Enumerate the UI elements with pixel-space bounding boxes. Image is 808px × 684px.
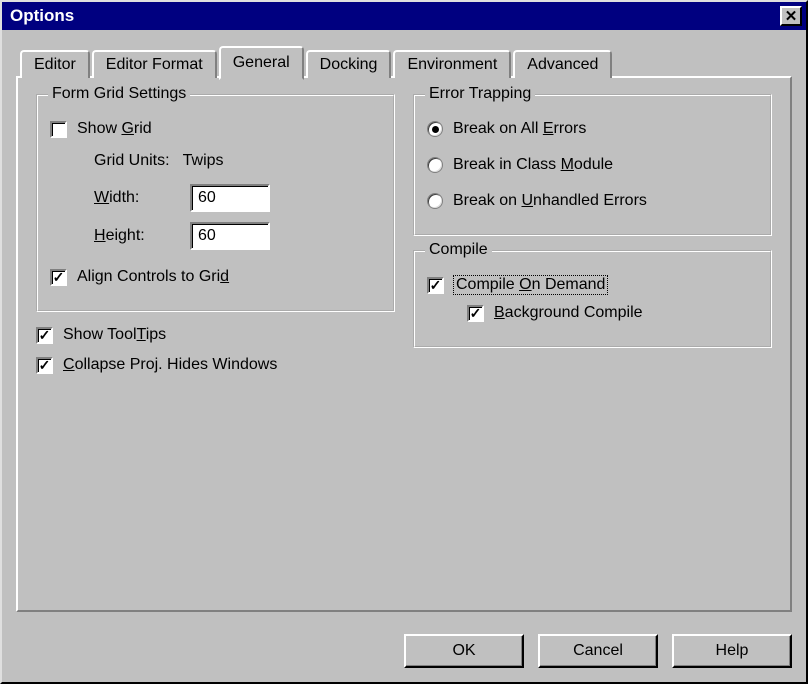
group-form-grid: Form Grid Settings Show Grid Grid Units:… bbox=[36, 94, 395, 312]
height-label: Height: bbox=[94, 227, 190, 245]
tooltips-label: Show ToolTips bbox=[63, 326, 166, 344]
break-all-row[interactable]: Break on All Errors bbox=[427, 120, 758, 138]
tab-general[interactable]: General bbox=[219, 46, 304, 80]
height-input[interactable] bbox=[190, 222, 270, 250]
grid-units-label: Grid Units: bbox=[94, 152, 170, 169]
collapse-row[interactable]: ✓ Collapse Proj. Hides Windows bbox=[36, 356, 395, 374]
window-title: Options bbox=[10, 6, 74, 26]
left-column: Form Grid Settings Show Grid Grid Units:… bbox=[36, 94, 395, 386]
align-label: Align Controls to Grid bbox=[77, 268, 229, 286]
collapse-checkbox[interactable]: ✓ bbox=[36, 357, 53, 374]
close-icon: ✕ bbox=[785, 9, 798, 24]
right-column: Error Trapping Break on All Errors Break… bbox=[413, 94, 772, 386]
break-all-radio[interactable] bbox=[427, 121, 443, 137]
button-bar: OK Cancel Help bbox=[2, 622, 806, 682]
show-grid-label: Show Grid bbox=[77, 120, 152, 138]
width-row: Width: bbox=[94, 184, 381, 212]
group-error-trapping-title: Error Trapping bbox=[425, 85, 535, 103]
tooltips-row[interactable]: ✓ Show ToolTips bbox=[36, 326, 395, 344]
compile-on-demand-label: Compile On Demand bbox=[454, 276, 607, 294]
width-label: Width: bbox=[94, 189, 190, 207]
close-button[interactable]: ✕ bbox=[780, 6, 802, 26]
standalone-checks: ✓ Show ToolTips ✓ Collapse Proj. Hides W… bbox=[36, 326, 395, 374]
compile-on-demand-row[interactable]: ✓ Compile On Demand bbox=[427, 276, 758, 294]
compile-on-demand-checkbox[interactable]: ✓ bbox=[427, 277, 444, 294]
break-unhandled-radio[interactable] bbox=[427, 193, 443, 209]
help-button[interactable]: Help bbox=[672, 634, 792, 668]
break-unhandled-label: Break on Unhandled Errors bbox=[453, 192, 647, 210]
height-row: Height: bbox=[94, 222, 381, 250]
align-row[interactable]: ✓ Align Controls to Grid bbox=[50, 268, 381, 286]
tab-docking[interactable]: Docking bbox=[306, 50, 392, 78]
align-checkbox[interactable]: ✓ bbox=[50, 269, 67, 286]
grid-units-value: Twips bbox=[183, 152, 224, 169]
group-compile: Compile ✓ Compile On Demand ✓ Background… bbox=[413, 250, 772, 348]
client-area: Editor Editor Format General Docking Env… bbox=[2, 30, 806, 622]
tab-advanced[interactable]: Advanced bbox=[513, 50, 612, 78]
background-compile-label: Background Compile bbox=[494, 304, 643, 322]
break-unhandled-row[interactable]: Break on Unhandled Errors bbox=[427, 192, 758, 210]
grid-units-row: Grid Units: Twips bbox=[94, 152, 381, 170]
show-grid-row[interactable]: Show Grid bbox=[50, 120, 381, 138]
width-input[interactable] bbox=[190, 184, 270, 212]
break-all-label: Break on All Errors bbox=[453, 120, 586, 138]
collapse-label: Collapse Proj. Hides Windows bbox=[63, 356, 277, 374]
break-class-label: Break in Class Module bbox=[453, 156, 613, 174]
tab-strip: Editor Editor Format General Docking Env… bbox=[20, 44, 792, 76]
tooltips-checkbox[interactable]: ✓ bbox=[36, 327, 53, 344]
background-compile-checkbox[interactable]: ✓ bbox=[467, 305, 484, 322]
tab-editor[interactable]: Editor bbox=[20, 50, 90, 78]
titlebar: Options ✕ bbox=[2, 2, 806, 30]
group-compile-title: Compile bbox=[425, 241, 492, 259]
tab-editor-format[interactable]: Editor Format bbox=[92, 50, 217, 78]
ok-button[interactable]: OK bbox=[404, 634, 524, 668]
break-class-row[interactable]: Break in Class Module bbox=[427, 156, 758, 174]
tab-panel-general: Form Grid Settings Show Grid Grid Units:… bbox=[16, 76, 792, 612]
show-grid-checkbox[interactable] bbox=[50, 121, 67, 138]
radio-dot-icon bbox=[432, 126, 439, 133]
break-class-radio[interactable] bbox=[427, 157, 443, 173]
cancel-button[interactable]: Cancel bbox=[538, 634, 658, 668]
background-compile-row[interactable]: ✓ Background Compile bbox=[427, 304, 758, 322]
group-error-trapping: Error Trapping Break on All Errors Break… bbox=[413, 94, 772, 236]
group-form-grid-title: Form Grid Settings bbox=[48, 85, 190, 103]
tab-environment[interactable]: Environment bbox=[393, 50, 511, 78]
options-dialog: Options ✕ Editor Editor Format General D… bbox=[0, 0, 808, 684]
